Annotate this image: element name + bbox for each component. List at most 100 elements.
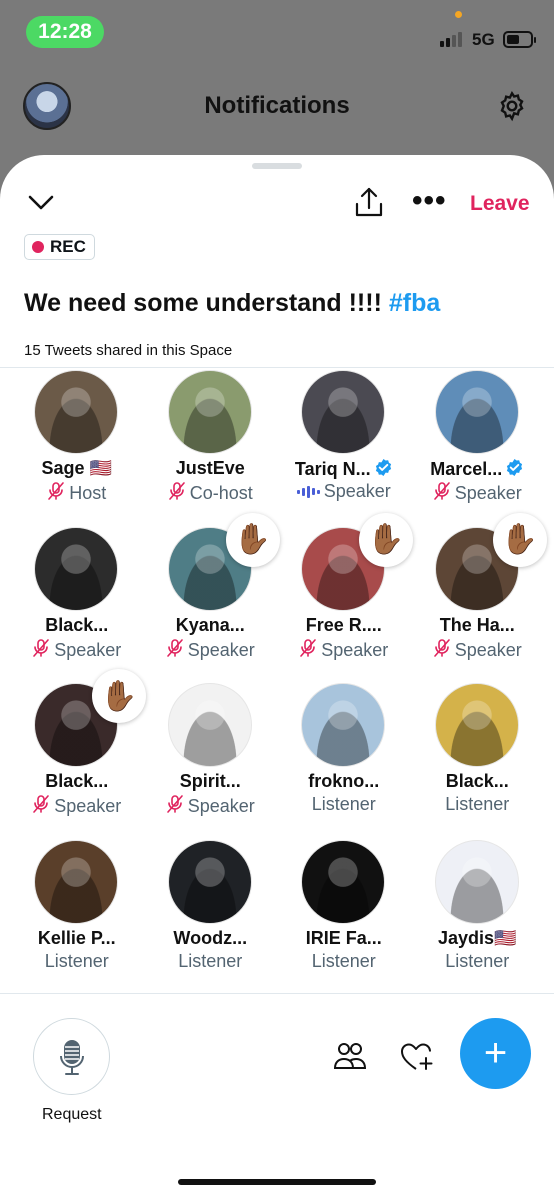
participant-avatar[interactable]: [434, 839, 519, 924]
participant-role: Listener: [411, 794, 545, 815]
participant-tile[interactable]: Marcel... Speaker: [411, 368, 545, 525]
participant-role: Speaker: [144, 638, 278, 663]
participant-role: Speaker: [144, 794, 278, 819]
participant-name: IRIE Fa...: [277, 928, 411, 949]
participant-name: frokno...: [277, 771, 411, 792]
shared-tweets-link[interactable]: 15 Tweets shared in this Space: [24, 342, 232, 359]
participant-role-text: Speaker: [323, 481, 391, 501]
participant-name: Sage 🇺🇸: [10, 458, 144, 479]
participant-role-text: Listener: [44, 950, 109, 971]
heart-plus-icon[interactable]: [400, 1041, 434, 1073]
microphone-icon: [59, 1039, 84, 1075]
participant-avatar[interactable]: [167, 839, 252, 924]
participant-tile[interactable]: JustEve Co-host: [144, 368, 278, 525]
rec-label: REC: [50, 237, 86, 256]
participant-tile[interactable]: ✋🏾 The Ha... Speaker: [411, 512, 547, 682]
space-sheet: ••• Leave REC We need some understand !!…: [0, 155, 554, 1200]
participant-avatar[interactable]: [34, 839, 118, 924]
participant-role: Speaker: [10, 638, 144, 663]
participant-name: Jaydis🇺🇸: [411, 928, 545, 949]
participant-role: Host: [10, 481, 144, 506]
participant-tile[interactable]: ✋🏾 Kyana... Speaker: [144, 512, 280, 682]
plus-icon: +: [483, 1031, 508, 1075]
participant-name-text: Black...: [45, 614, 109, 635]
participant-tile[interactable]: Sage 🇺🇸 Host: [10, 368, 144, 525]
participant-role: Listener: [277, 951, 411, 972]
participant-name-text: Jaydis🇺🇸: [438, 927, 517, 948]
gear-icon[interactable]: [496, 90, 528, 122]
participant-name-text: frokno...: [308, 771, 380, 791]
mic-muted-icon: [166, 638, 184, 663]
participant-tile[interactable]: frokno... Listener: [277, 681, 411, 838]
participant-tile[interactable]: Black... Speaker: [10, 525, 144, 682]
participant-avatar[interactable]: [434, 683, 519, 767]
privacy-indicator: [455, 11, 462, 18]
participant-name: The Ha...: [411, 615, 545, 636]
mic-muted-icon: [168, 481, 186, 506]
participant-tile[interactable]: Woodz... Listener: [144, 838, 278, 995]
participant-role-text: Speaker: [54, 639, 122, 660]
participant-role: Speaker: [277, 638, 411, 663]
participant-name: Kyana...: [144, 615, 278, 636]
participant-role-text: Listener: [445, 950, 510, 971]
participant-name: Spirit...: [144, 771, 278, 792]
participant-avatar[interactable]: [167, 370, 252, 454]
participants-grid: Sage 🇺🇸 Host JustEve Co-host Tariq N... Speak…: [10, 368, 547, 995]
participant-name: JustEve: [144, 458, 278, 479]
participant-name: Kellie P...: [10, 928, 144, 949]
participant-avatar[interactable]: [301, 839, 385, 924]
participant-name: Free R....: [277, 615, 411, 636]
participant-avatar[interactable]: [434, 370, 519, 454]
more-icon[interactable]: •••: [412, 186, 447, 216]
participant-name-text: Kellie P...: [37, 927, 116, 948]
participant-name-text: The Ha...: [439, 614, 515, 635]
participant-avatar[interactable]: [34, 526, 118, 611]
page-title: Notifications: [204, 92, 350, 119]
participant-tile[interactable]: ✋🏾 Black... Speaker: [10, 669, 146, 838]
compose-plus-button[interactable]: +: [460, 1018, 531, 1089]
mic-muted-icon: [32, 794, 50, 819]
participant-role-text: Speaker: [321, 639, 389, 660]
participant-name-text: Woodz...: [173, 927, 248, 948]
participant-avatar[interactable]: [301, 683, 385, 767]
hashtag-link[interactable]: #fba: [389, 289, 440, 317]
participant-role-text: Speaker: [454, 639, 522, 660]
space-title-text: We need some understand !!!!: [24, 289, 382, 317]
participant-tile[interactable]: IRIE Fa... Listener: [277, 838, 411, 995]
participant-role: Speaker: [411, 638, 545, 663]
participant-name-text: JustEve: [175, 458, 245, 478]
participant-tile[interactable]: Kellie P... Listener: [10, 838, 144, 995]
mic-muted-icon: [166, 794, 184, 819]
participant-tile[interactable]: Spirit... Speaker: [144, 681, 278, 838]
participant-avatar[interactable]: [167, 683, 252, 767]
participant-tile[interactable]: Black... Listener: [411, 681, 545, 838]
mic-muted-icon: [433, 638, 451, 663]
participant-role: Listener: [411, 951, 545, 972]
leave-button[interactable]: Leave: [470, 192, 530, 216]
participant-tile[interactable]: Jaydis🇺🇸 Listener: [411, 838, 545, 995]
participant-avatar[interactable]: [34, 370, 118, 454]
people-icon[interactable]: [334, 1041, 366, 1071]
participant-tile[interactable]: ✋🏾 Free R.... Speaker: [277, 512, 413, 682]
participant-name-text: Spirit...: [179, 771, 241, 791]
recording-badge: REC: [24, 234, 95, 260]
participant-name: Tariq N...: [277, 458, 411, 480]
verified-icon: [371, 458, 393, 479]
participant-role: Listener: [10, 951, 144, 972]
participant-tile[interactable]: Tariq N... Speaker: [277, 368, 411, 525]
participant-name: Woodz...: [144, 928, 278, 949]
space-title: We need some understand !!!! #fba: [24, 289, 440, 318]
request-mic-button[interactable]: [33, 1018, 110, 1095]
mic-muted-icon: [47, 481, 65, 506]
participant-role: Listener: [144, 951, 278, 972]
participant-role-text: Listener: [445, 794, 510, 814]
chevron-down-icon[interactable]: [27, 193, 55, 213]
participant-role-text: Speaker: [54, 796, 122, 816]
participant-avatar[interactable]: [301, 370, 385, 454]
share-icon[interactable]: [354, 186, 384, 218]
participant-role: Speaker: [10, 794, 144, 819]
participant-name: Black...: [10, 615, 144, 636]
drag-handle[interactable]: [252, 163, 302, 169]
participant-role-text: Co-host: [189, 483, 253, 503]
participant-name-text: Free R....: [305, 614, 382, 635]
